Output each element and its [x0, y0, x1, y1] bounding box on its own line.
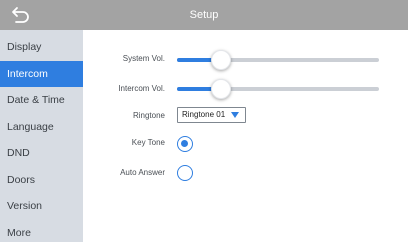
slider-thumb[interactable] — [211, 50, 232, 70]
system-vol-slider[interactable] — [177, 50, 379, 70]
auto-answer-radio[interactable] — [177, 165, 193, 181]
key-tone-label: Key Tone — [131, 138, 165, 147]
key-tone-radio[interactable] — [177, 136, 193, 152]
auto-answer-label: Auto Answer — [120, 168, 165, 177]
sidebar-item-language[interactable]: Language — [0, 114, 83, 141]
sidebar-item-version[interactable]: Version — [0, 193, 83, 220]
system-vol-label: System Vol. — [122, 54, 165, 63]
sidebar: Display Intercom Date & Time Language DN… — [0, 30, 83, 242]
intercom-vol-label: Intercom Vol. — [118, 84, 165, 93]
sidebar-item-more[interactable]: More — [0, 220, 83, 242]
intercom-vol-slider[interactable] — [177, 79, 379, 99]
slider-thumb[interactable] — [211, 79, 232, 99]
ringtone-select[interactable]: Ringtone 01 — [177, 107, 246, 123]
settings-panel: System Vol. Intercom Vol. Ringtone Ringt… — [83, 30, 408, 242]
sidebar-item-date-time[interactable]: Date & Time — [0, 87, 83, 114]
back-arrow-icon[interactable] — [10, 4, 32, 26]
sidebar-item-intercom[interactable]: Intercom — [0, 60, 83, 87]
radio-dot — [181, 140, 188, 147]
sidebar-item-dnd[interactable]: DND — [0, 140, 83, 167]
ringtone-label: Ringtone — [132, 111, 165, 120]
sidebar-item-doors[interactable]: Doors — [0, 167, 83, 194]
dropdown-arrow-icon — [231, 112, 239, 118]
page-title: Setup — [189, 9, 219, 21]
title-bar: Setup — [0, 0, 408, 30]
sidebar-item-display[interactable]: Display — [0, 34, 83, 61]
ringtone-value: Ringtone 01 — [182, 110, 226, 119]
